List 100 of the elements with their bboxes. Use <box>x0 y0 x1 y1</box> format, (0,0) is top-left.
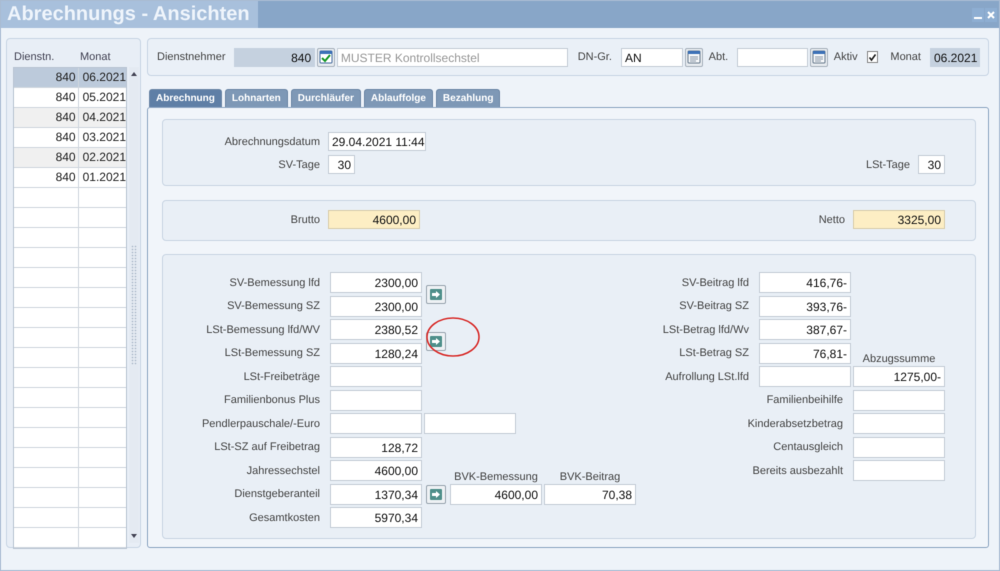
amount-field[interactable] <box>853 390 945 411</box>
field-label: LSt-Bemessung lfd/WV <box>205 324 321 336</box>
amount-field[interactable]: 1275,00- <box>853 366 945 388</box>
scrollbar[interactable] <box>129 67 139 543</box>
field-label: LSt-Betrag SZ <box>678 347 750 360</box>
amount-field[interactable]: 393,76- <box>759 296 851 317</box>
amount-field[interactable] <box>330 366 422 388</box>
field-label: Dienstgeberanteil <box>233 488 321 500</box>
close-button[interactable] <box>985 8 997 22</box>
table-cell-text: 01.2021 <box>82 169 126 186</box>
amount-field[interactable] <box>424 413 516 434</box>
amount-field[interactable]: 70,38 <box>544 484 636 505</box>
field-label: Dienstnehmer <box>157 51 226 63</box>
arrow-button[interactable] <box>426 285 446 304</box>
field-label: Gesamtkosten <box>248 512 321 524</box>
amount-field[interactable]: 4600,00 <box>450 484 542 505</box>
field-label: LSt-Bemessung SZ <box>224 347 321 360</box>
scroll-up-icon[interactable] <box>129 70 139 78</box>
table-cell: 840 <box>14 68 79 87</box>
arrow-icon <box>430 289 442 300</box>
list-icon[interactable] <box>810 48 828 66</box>
field-label: SV-Beitrag lfd <box>680 276 750 289</box>
field-label: Netto <box>818 214 846 226</box>
amount-field[interactable] <box>853 413 945 434</box>
lst-days-field[interactable]: 30 <box>918 155 945 174</box>
field-label: LSt-Betrag lfd/Wv <box>662 324 750 336</box>
amount-field[interactable]: 76,81- <box>759 342 851 364</box>
tab[interactable]: Abrechnung <box>149 89 222 107</box>
check-icon[interactable] <box>317 48 335 66</box>
minimize-icon <box>974 16 982 18</box>
column-header: Dienstn. <box>13 51 56 63</box>
field-label: Aktiv <box>834 51 858 63</box>
amount-field[interactable] <box>330 390 422 411</box>
gross-field: 4600,00 <box>328 210 420 229</box>
field-label: Aufrollung LSt.lfd <box>664 370 750 383</box>
table-cell-text: 02.2021 <box>82 149 126 166</box>
amount-field[interactable] <box>853 460 945 482</box>
field-label: SV-Beitrag SZ <box>678 300 750 312</box>
field-label: Familienbonus Plus <box>223 394 321 406</box>
amount-field[interactable]: 1280,24 <box>330 342 422 364</box>
amount-field[interactable]: 2300,00 <box>330 272 422 294</box>
department-field[interactable] <box>737 48 808 66</box>
table-cell: 840 <box>14 128 79 147</box>
table-cell-text: 06.2021 <box>82 69 126 86</box>
window-title: Abrechnungs - Ansichten <box>1 1 258 28</box>
arrow-button[interactable] <box>426 332 446 352</box>
list-row[interactable]: 840 02.2021 <box>14 148 126 168</box>
field-label: SV-Bemessung lfd <box>228 276 321 289</box>
amount-field[interactable]: 2300,00 <box>330 296 422 317</box>
field-label: Monat <box>890 51 921 63</box>
amount-field[interactable]: 416,76- <box>759 272 851 294</box>
field-label: Abt. <box>708 51 728 63</box>
field-label: Kinderabsetzbetrag <box>746 418 844 430</box>
field-label: SV-Bemessung SZ <box>226 300 321 312</box>
table-cell-text: 04.2021 <box>82 109 126 126</box>
arrow-icon <box>430 336 442 348</box>
minimize-button[interactable] <box>972 8 984 22</box>
group-field[interactable]: AN <box>620 48 683 66</box>
employee-number-field[interactable]: 840 <box>234 48 316 66</box>
table-cell: 840 <box>14 88 79 107</box>
amount-field[interactable]: 5970,34 <box>330 507 422 528</box>
amount-field[interactable]: 128,72 <box>330 436 422 458</box>
arrow-button[interactable] <box>426 484 446 504</box>
list-icon[interactable] <box>684 48 703 66</box>
month-field: 06.2021 <box>930 48 980 66</box>
field-label: Centausgleich <box>772 441 844 454</box>
arrow-icon <box>430 488 442 500</box>
field-label: Bereits ausbezahlt <box>752 464 844 477</box>
list-row[interactable]: 840 06.2021 <box>14 68 126 88</box>
amount-field[interactable] <box>759 366 851 388</box>
amount-field[interactable]: 2380,52 <box>330 319 422 340</box>
amount-field[interactable] <box>330 413 422 434</box>
amount-field[interactable]: 387,67- <box>759 319 851 340</box>
table-cell-text: 03.2021 <box>82 129 126 146</box>
table-cell: 840 <box>14 108 79 127</box>
net-field: 3325,00 <box>853 210 945 229</box>
field-label: Abrechnungsdatum <box>224 136 321 148</box>
list-row[interactable]: 840 04.2021 <box>14 108 126 128</box>
column-header: Monat <box>79 51 111 63</box>
column-header: BVK-Bemessung <box>453 470 539 482</box>
field-label: DN-Gr. <box>578 51 612 63</box>
close-icon <box>987 10 995 18</box>
date-field[interactable]: 29.04.2021 11:44 <box>328 132 426 151</box>
amount-field[interactable]: 1370,34 <box>330 484 422 505</box>
list-row[interactable]: 840 01.2021 <box>14 168 126 188</box>
field-label: LSt-Freibeträge <box>242 370 321 383</box>
scroll-down-icon[interactable] <box>129 532 139 540</box>
field-label: Jahressechstel <box>246 464 321 477</box>
field-label: SV-Tage <box>277 158 321 170</box>
table-cell: 840 <box>14 168 79 187</box>
scroll-thumb[interactable] <box>131 245 137 365</box>
field-label: Pendlerpauschale/-Euro <box>200 418 321 430</box>
field-label: Brutto <box>290 214 321 226</box>
amount-field[interactable]: 4600,00 <box>330 460 422 482</box>
sv-days-field[interactable]: 30 <box>328 155 355 174</box>
amount-field[interactable] <box>853 436 945 458</box>
field-label: LSt-SZ auf Freibetrag <box>213 441 321 454</box>
table-cell-text: 05.2021 <box>82 89 126 106</box>
column-header: BVK-Beitrag <box>558 470 622 482</box>
active-checkbox[interactable] <box>866 51 878 63</box>
